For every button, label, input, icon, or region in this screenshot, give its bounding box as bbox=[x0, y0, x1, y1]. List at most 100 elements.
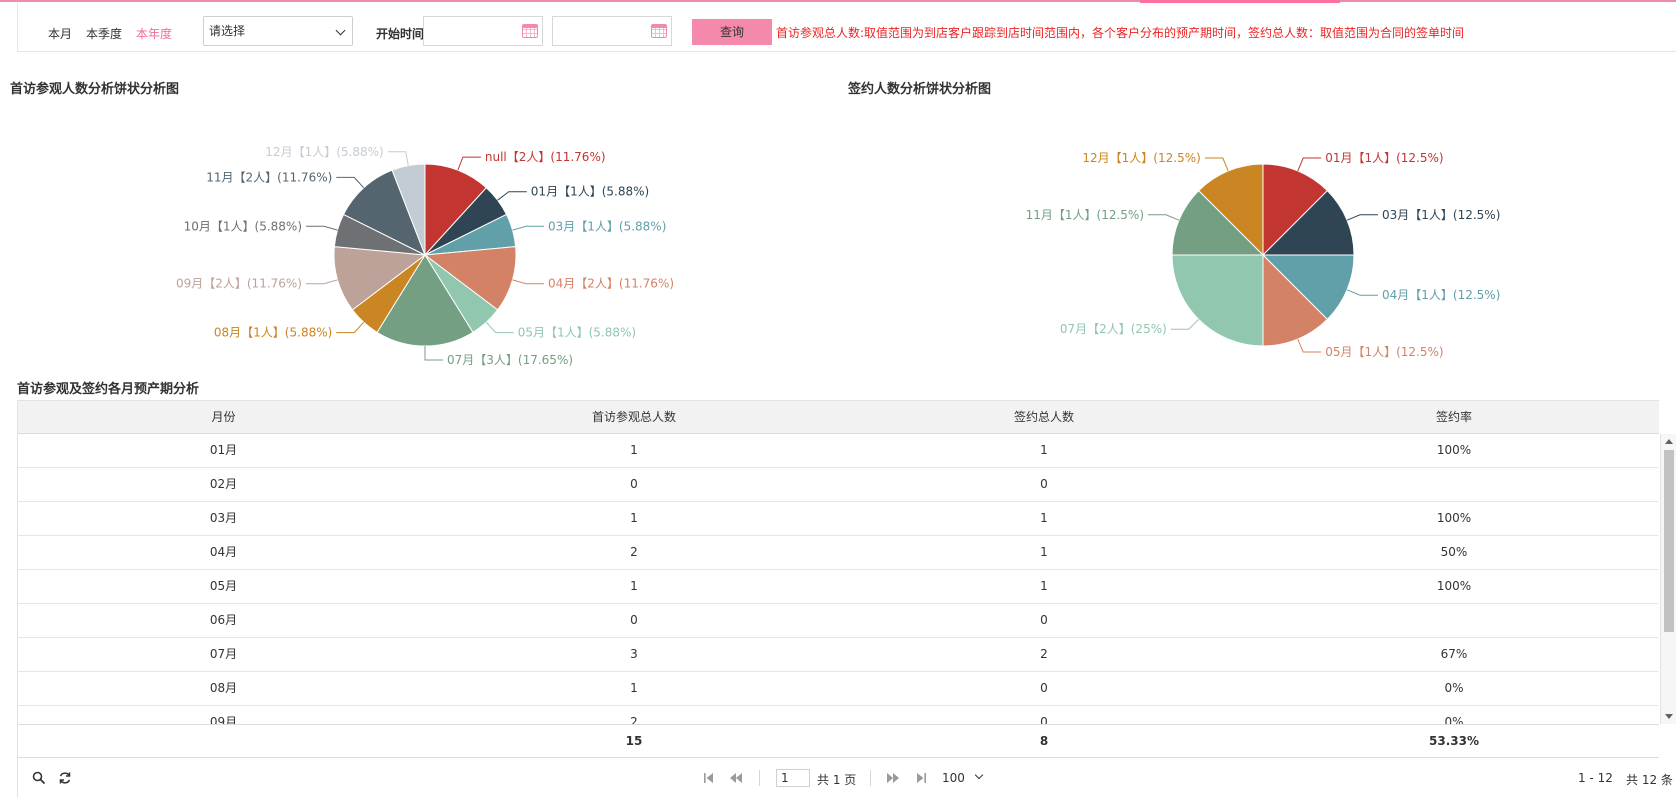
pie-slice-label: 10月【1人】(5.88%) bbox=[184, 219, 302, 233]
pie-slice-label: 04月【1人】(12.5%) bbox=[1382, 288, 1500, 302]
pie-slice[interactable] bbox=[1171, 254, 1264, 347]
cell-signed: 1 bbox=[1040, 511, 1048, 525]
pie-slice-label: 04月【2人】(11.76%) bbox=[548, 277, 674, 291]
scroll-thumb[interactable] bbox=[1664, 450, 1674, 632]
footer-signed-total: 8 bbox=[1039, 734, 1049, 748]
pie-label-line bbox=[1297, 338, 1322, 353]
pagination-bar: 1 共 1 页 100 1 - 12 共 12 条 bbox=[18, 758, 1676, 798]
pie-label-line bbox=[306, 225, 338, 231]
cell-visits: 1 bbox=[630, 579, 638, 593]
cell-month: 02月 bbox=[209, 477, 238, 491]
record-range-text: 1 - 12 bbox=[1578, 771, 1613, 785]
last-page-icon[interactable] bbox=[915, 772, 927, 784]
pie-label-line bbox=[485, 321, 514, 334]
next-page-icon[interactable] bbox=[886, 772, 900, 784]
pie-label-line bbox=[512, 225, 544, 231]
table-row[interactable]: 05月 1 1 100% bbox=[18, 570, 1658, 604]
pie-slice-label: null【2人】(11.76%) bbox=[485, 150, 606, 164]
total-pages-text: 共 1 页 bbox=[817, 773, 857, 787]
first-page-icon[interactable] bbox=[703, 772, 715, 784]
page-size-select[interactable]: 100 bbox=[942, 770, 984, 785]
chevron-down-icon bbox=[974, 770, 984, 780]
pie-label-line bbox=[336, 176, 365, 189]
pie-label-line bbox=[336, 321, 365, 334]
pie-slice-label: 03月【1人】(12.5%) bbox=[1382, 208, 1500, 222]
table-row[interactable]: 06月 0 0 bbox=[18, 604, 1658, 638]
table-body: 01月 1 1 100% 02月 0 0 03月 1 1 100% 04月 2 1 50% 05月 1 1 100%… bbox=[18, 434, 1658, 724]
table-header: 月份 首访参观总人数 签约总人数 签约率 bbox=[18, 400, 1659, 434]
pie-slice-label: 01月【1人】(5.88%) bbox=[531, 185, 649, 199]
cell-rate: 100% bbox=[1436, 443, 1472, 457]
cell-rate: 50% bbox=[1440, 545, 1468, 559]
pie-slice-label: 11月【2人】(11.76%) bbox=[206, 170, 332, 184]
page-number-input[interactable]: 1 bbox=[776, 769, 810, 787]
cell-rate: 67% bbox=[1440, 647, 1468, 661]
cell-signed: 1 bbox=[1040, 579, 1048, 593]
pie-slice-label: 12月【1人】(5.88%) bbox=[265, 145, 383, 159]
table-title: 首访参观及签约各月预产期分析 bbox=[17, 382, 200, 397]
cell-visits: 1 bbox=[630, 511, 638, 525]
table-row[interactable]: 01月 1 1 100% bbox=[18, 434, 1658, 468]
pie-slice-label: 01月【1人】(12.5%) bbox=[1325, 151, 1443, 165]
record-total-text: 共 12 条 bbox=[1626, 773, 1673, 787]
cell-signed: 2 bbox=[1040, 647, 1048, 661]
search-icon[interactable] bbox=[32, 771, 46, 785]
pie-slice-label: 08月【1人】(5.88%) bbox=[214, 326, 332, 340]
table-row[interactable]: 09月 2 0 0% bbox=[18, 706, 1658, 724]
column-header-visits[interactable]: 首访参观总人数 bbox=[429, 401, 839, 434]
cell-signed: 0 bbox=[1040, 681, 1048, 695]
table-row[interactable]: 07月 3 2 67% bbox=[18, 638, 1658, 672]
pie-label-line bbox=[306, 279, 338, 285]
cell-visits: 0 bbox=[630, 477, 638, 491]
pie-label-line bbox=[1204, 157, 1229, 172]
cell-month: 09月 bbox=[209, 715, 238, 724]
cell-rate: 0% bbox=[1444, 715, 1464, 724]
pie-label-line bbox=[1170, 318, 1200, 330]
sign-pie: 01月【1人】(12.5%) 03月【1人】(12.5%) 04月【1人】(12.5… bbox=[1026, 151, 1501, 359]
pie-label-line bbox=[424, 346, 443, 361]
cell-rate bbox=[1249, 468, 1658, 501]
cell-rate: 100% bbox=[1436, 511, 1472, 525]
pie-slice-label: 07月【2人】(25%) bbox=[1060, 322, 1167, 336]
pie-label-line bbox=[1148, 214, 1180, 221]
cell-month: 01月 bbox=[209, 443, 238, 457]
pie-slice-label: 09月【2人】(11.76%) bbox=[176, 277, 302, 291]
pie-label-line bbox=[1297, 157, 1322, 172]
cell-month: 03月 bbox=[209, 511, 238, 525]
cell-signed: 0 bbox=[1040, 477, 1048, 491]
prev-page-icon[interactable] bbox=[729, 772, 743, 784]
table-scrollbar[interactable] bbox=[1660, 434, 1676, 724]
refresh-icon[interactable] bbox=[58, 771, 72, 785]
pie-slice-label: 03月【1人】(5.88%) bbox=[548, 219, 666, 233]
column-header-month[interactable]: 月份 bbox=[18, 401, 429, 434]
cell-signed: 1 bbox=[1040, 443, 1048, 457]
table-row[interactable]: 04月 2 1 50% bbox=[18, 536, 1658, 570]
pie-label-line bbox=[457, 156, 481, 171]
cell-signed: 1 bbox=[1040, 545, 1048, 559]
cell-visits: 2 bbox=[630, 545, 638, 559]
cell-visits: 1 bbox=[630, 443, 638, 457]
table-row[interactable]: 08月 1 0 0% bbox=[18, 672, 1658, 706]
pie-label-line bbox=[387, 151, 409, 166]
cell-visits: 2 bbox=[630, 715, 638, 724]
column-header-rate[interactable]: 签约率 bbox=[1249, 401, 1659, 434]
scroll-down-icon[interactable] bbox=[1665, 714, 1673, 719]
pie-label-line bbox=[497, 191, 527, 201]
visit-pie: null【2人】(11.76%) 01月【1人】(5.88%) 03月【1人】(5.… bbox=[176, 145, 674, 367]
pie-label-line bbox=[512, 279, 544, 285]
pie-slice-label: 05月【1人】(12.5%) bbox=[1325, 345, 1443, 359]
pie-slice-label: 12月【1人】(12.5%) bbox=[1082, 151, 1200, 165]
cell-rate: 100% bbox=[1436, 579, 1472, 593]
column-header-signed[interactable]: 签约总人数 bbox=[839, 401, 1249, 434]
cell-rate: 0% bbox=[1444, 681, 1464, 695]
pie-label-line bbox=[1346, 214, 1378, 221]
cell-signed: 0 bbox=[1040, 613, 1048, 627]
table-row[interactable]: 03月 1 1 100% bbox=[18, 502, 1658, 536]
cell-month: 04月 bbox=[209, 545, 238, 559]
cell-visits: 0 bbox=[630, 613, 638, 627]
scroll-up-icon[interactable] bbox=[1665, 439, 1673, 444]
pie-slice-label: 07月【3人】(17.65%) bbox=[447, 353, 573, 367]
table-row[interactable]: 02月 0 0 bbox=[18, 468, 1658, 502]
table-footer: 15 8 53.33% bbox=[18, 724, 1659, 758]
analysis-table: 月份 首访参观总人数 签约总人数 签约率 01月 1 1 100% 02月 0 0 03月 1 1… bbox=[17, 400, 1676, 798]
